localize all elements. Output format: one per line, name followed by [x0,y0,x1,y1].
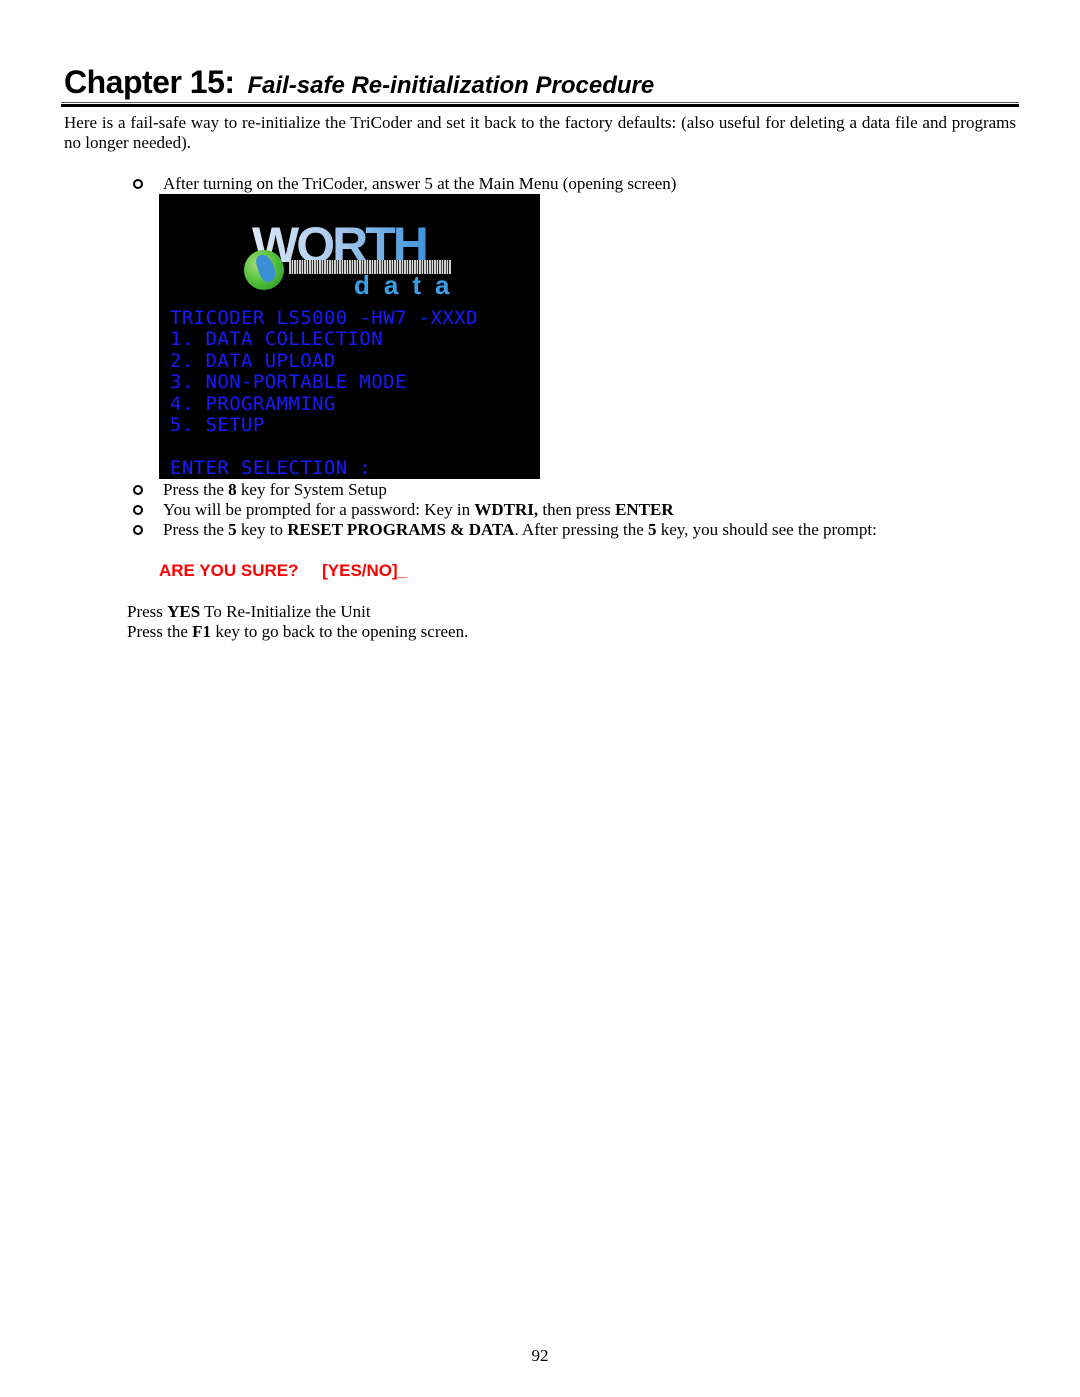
key-name: F1 [192,622,212,641]
bullet-circle-icon [133,525,143,536]
step-item: Press the 8 key for System Setup [133,480,387,500]
instruction-text: To Re-Initialize the Unit [200,602,371,621]
step-text: After turning on the TriCoder, answer 5 … [163,174,677,193]
step-text: . After pressing the [514,520,648,539]
step-item: You will be prompted for a password: Key… [133,500,674,520]
chapter-heading: Chapter 15: Fail-safe Re-initialization … [64,64,654,101]
confirm-prompt: ARE YOU SURE? [YES/NO]_ [159,561,407,581]
chapter-subtitle: Fail-safe Re-initialization Procedure [247,72,655,99]
step-text: key for System Setup [236,480,387,499]
step-item: Press the 5 key to RESET PROGRAMS & DATA… [133,520,877,540]
action-name: RESET PROGRAMS & DATA [287,520,515,539]
step-text: You will be prompted for a password: Key… [163,500,475,519]
screen-line-menu-5: 5. SETUP [170,414,265,436]
instruction-text: Press [127,602,168,621]
bullet-circle-icon [133,485,143,496]
heading-rule-thin [61,102,1019,103]
step-text: then press [538,500,616,519]
screen-line-menu-3: 3. NON-PORTABLE MODE [170,371,407,394]
bullet-circle-icon [133,179,143,190]
key-name: YES [167,602,201,621]
key-name: 5 [228,520,237,539]
screen-line-menu-4: 4. PROGRAMMING [170,392,336,415]
key-name: 8 [228,480,237,499]
key-name: ENTER [615,500,674,519]
step-item: After turning on the TriCoder, answer 5 … [133,174,676,194]
step-text: Press the [163,520,229,539]
worth-data-logo: WORTH data [244,217,459,300]
screen-line-prompt: ENTER SELECTION : [170,456,372,479]
instruction-line: Press the F1 key to go back to the openi… [127,622,468,642]
password-value: WDTRI, [474,500,539,519]
instruction-line: Press YES To Re-Initialize the Unit [127,602,371,622]
globe-icon [244,250,284,290]
step-text: Press the [163,480,229,499]
tricoder-screen-image: WORTH data TRICODER LS5000 -HW7 -XXXD 1.… [159,194,540,479]
instruction-text: Press the [127,622,193,641]
intro-paragraph: Here is a fail-safe way to re-initialize… [64,113,1016,152]
prompt-question: ARE YOU SURE? [159,561,299,580]
instruction-text: key to go back to the opening screen. [211,622,469,641]
step-text: key, you should see the prompt: [656,520,877,539]
prompt-options: [YES/NO]_ [322,561,408,580]
step-text: key to [236,520,288,539]
screen-line-title: TRICODER LS5000 -HW7 -XXXD [170,307,478,329]
chapter-number: Chapter 15: [64,64,235,100]
screen-line-menu-1: 1. DATA COLLECTION [170,328,384,351]
screen-line-menu-2: 2. DATA UPLOAD [170,349,336,372]
page-number: 92 [531,1346,549,1365]
logo-sub: data [354,270,464,300]
bullet-circle-icon [133,505,143,516]
heading-rule-thick [61,104,1019,107]
